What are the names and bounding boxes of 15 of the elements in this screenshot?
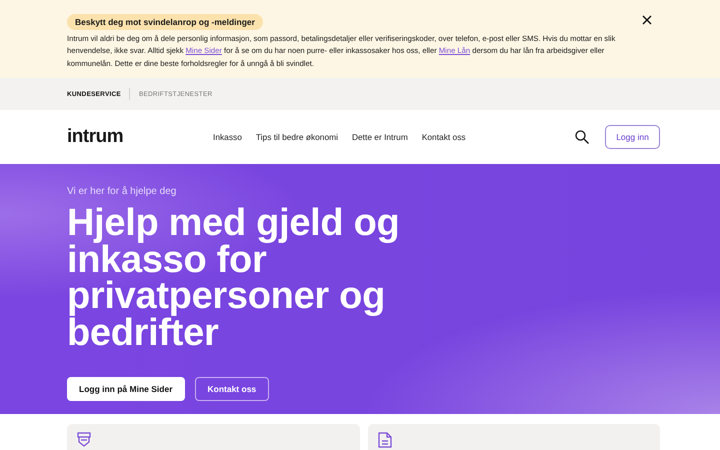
nav-link[interactable]: Dette er Intrum bbox=[352, 132, 408, 142]
contact-button[interactable]: Kontakt oss bbox=[194, 377, 270, 401]
login-button[interactable]: Logg inn bbox=[605, 125, 660, 149]
shield-icon bbox=[77, 432, 91, 448]
logo[interactable]: intrum bbox=[67, 126, 213, 148]
hero-title: Hjelp med gjeld og inkasso for privatpersoner og bedrifter bbox=[67, 205, 400, 351]
notice-title: Beskytt deg mot svindelanrop og -meldinger bbox=[67, 14, 263, 30]
nav-link[interactable]: Tips til bedre økonomi bbox=[256, 132, 338, 142]
document-icon bbox=[378, 432, 392, 448]
nav-link[interactable]: Kontakt oss bbox=[422, 132, 466, 142]
search-icon[interactable] bbox=[575, 130, 589, 144]
hero-kicker: Vi er her for å hjelpe deg bbox=[67, 186, 178, 197]
close-icon[interactable] bbox=[642, 15, 652, 25]
nav-link[interactable]: Inkasso bbox=[213, 132, 242, 142]
login-button[interactable]: Logg inn på Mine Sider bbox=[67, 377, 184, 401]
